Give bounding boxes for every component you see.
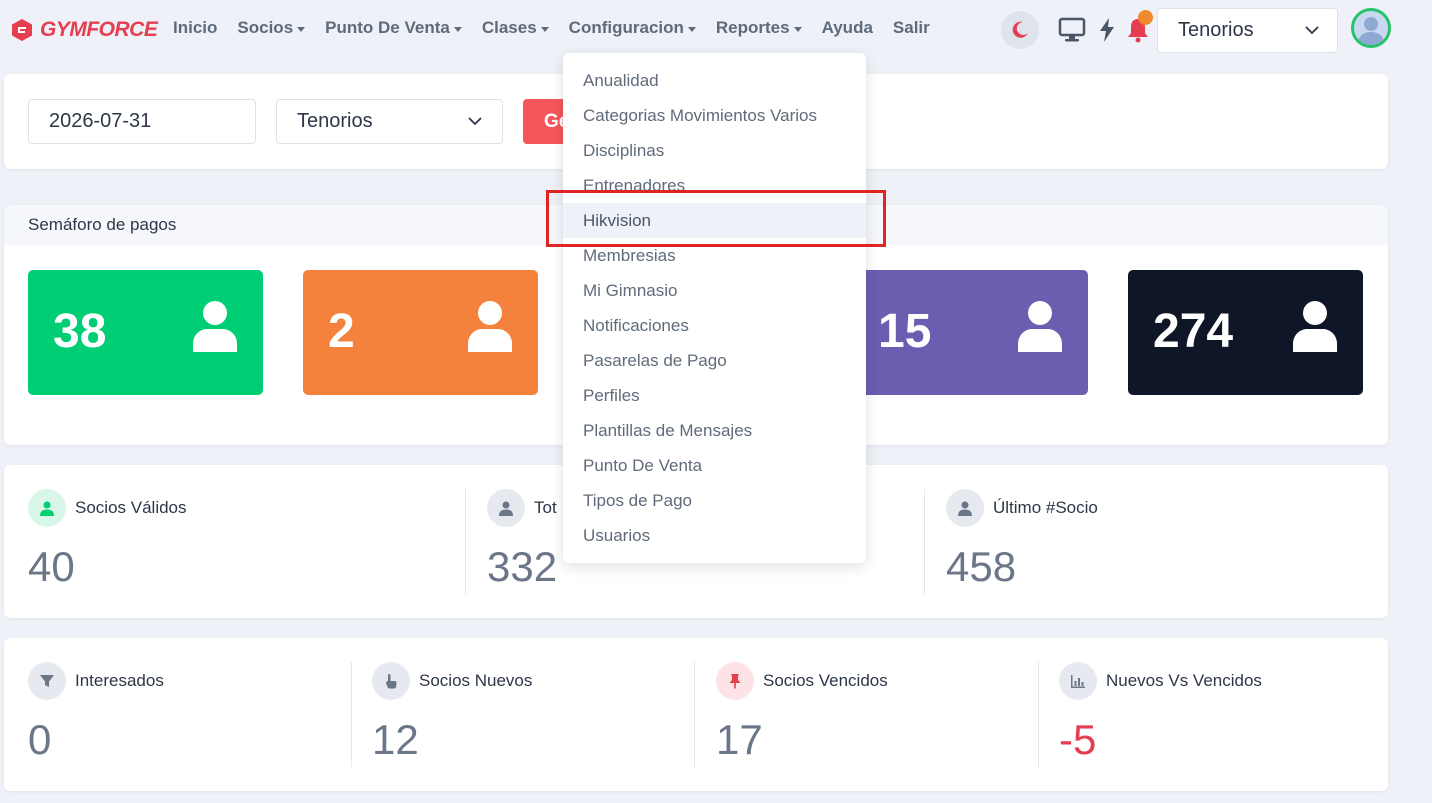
menu-item-mi-gimnasio[interactable]: Mi Gimnasio xyxy=(563,273,866,308)
monitor-icon[interactable] xyxy=(1058,17,1086,43)
nav-punto-de-venta[interactable]: Punto De Venta xyxy=(315,18,472,38)
hand-pointer-icon xyxy=(372,662,410,700)
gym-filter-select[interactable]: Tenorios xyxy=(276,99,503,144)
moon-icon xyxy=(1012,21,1028,38)
chevron-down-icon xyxy=(1305,26,1319,35)
menu-item-plantillas-de-mensajes[interactable]: Plantillas de Mensajes xyxy=(563,413,866,448)
caret-down-icon xyxy=(297,26,306,32)
chevron-down-icon xyxy=(468,117,482,126)
nav-reportes[interactable]: Reportes xyxy=(706,18,812,38)
caret-down-icon xyxy=(453,26,462,32)
nav-label: Socios xyxy=(237,18,294,37)
tile-orange[interactable]: 2 xyxy=(303,270,538,395)
caret-down-icon xyxy=(793,26,802,32)
stat-label: Tot xyxy=(534,498,557,517)
brand-name: GYMFORCE xyxy=(40,18,158,41)
menu-item-perfiles[interactable]: Perfiles xyxy=(563,378,866,413)
brand-logo[interactable]: GYMFORCE xyxy=(10,18,158,42)
stat-interesados: Interesados 0 xyxy=(4,638,349,791)
stat-ultimo-socio: Último #Socio 458 xyxy=(922,465,1382,618)
nav-clases[interactable]: Clases xyxy=(472,18,559,38)
stat-value: 458 xyxy=(946,543,1017,590)
menu-item-membresias[interactable]: Membresias xyxy=(563,238,866,273)
gym-selector-value: Tenorios xyxy=(1178,19,1254,41)
menu-item-notificaciones[interactable]: Notificaciones xyxy=(563,308,866,343)
tile-value: 38 xyxy=(53,305,107,358)
nav-label: Punto De Venta xyxy=(325,18,450,37)
main-menu: Inicio Socios Punto De Venta Clases Conf… xyxy=(163,18,940,38)
stat-value: 12 xyxy=(372,716,419,763)
menu-item-hikvision[interactable]: Hikvision xyxy=(563,203,866,238)
stat-value: 17 xyxy=(716,716,763,763)
menu-item-categorias-movimientos-varios[interactable]: Categorias Movimientos Varios xyxy=(563,98,866,133)
menu-item-punto-de-venta[interactable]: Punto De Venta xyxy=(563,448,866,483)
date-input-value: 2026-07-31 xyxy=(49,110,152,132)
menu-item-tipos-de-pago[interactable]: Tipos de Pago xyxy=(563,483,866,518)
tile-value: 274 xyxy=(1153,305,1234,358)
user-icon xyxy=(1018,301,1062,352)
menu-item-anualidad[interactable]: Anualidad xyxy=(563,63,866,98)
menu-item-entrenadores[interactable]: Entrenadores xyxy=(563,168,866,203)
stat-nuevos-vs-vencidos: Nuevos Vs Vencidos -5 xyxy=(1035,638,1380,791)
stats-card-activity: Interesados 0 Socios Nuevos 12 Socios Ve… xyxy=(4,638,1388,791)
lightning-icon[interactable] xyxy=(1098,17,1116,43)
stat-value: 0 xyxy=(28,716,52,763)
user-icon xyxy=(28,489,66,527)
user-icon xyxy=(487,489,525,527)
stat-label: Interesados xyxy=(75,671,164,690)
user-avatar-icon xyxy=(1358,17,1384,45)
nav-label: Configuracion xyxy=(568,18,684,37)
stat-label: Socios Válidos xyxy=(75,498,187,517)
menu-item-usuarios[interactable]: Usuarios xyxy=(563,518,866,553)
user-icon xyxy=(1293,301,1337,352)
nav-ayuda[interactable]: Ayuda xyxy=(812,18,883,38)
nav-inicio[interactable]: Inicio xyxy=(163,18,227,38)
stat-label: Último #Socio xyxy=(993,498,1098,517)
pushpin-icon xyxy=(716,662,754,700)
nav-label: Inicio xyxy=(173,18,218,37)
nav-label: Salir xyxy=(892,18,930,37)
user-icon xyxy=(193,301,237,352)
nav-configuracion[interactable]: Configuracion xyxy=(559,18,706,38)
bar-chart-icon xyxy=(1059,662,1097,700)
notification-badge xyxy=(1138,10,1153,25)
date-input[interactable]: 2026-07-31 xyxy=(28,99,256,144)
user-icon xyxy=(468,301,512,352)
stat-socios-validos: Socios Válidos 40 xyxy=(4,465,464,618)
menu-item-pasarelas-de-pago[interactable]: Pasarelas de Pago xyxy=(563,343,866,378)
nav-label: Reportes xyxy=(715,18,790,37)
tile-value: 15 xyxy=(878,305,932,358)
stat-label: Socios Nuevos xyxy=(419,671,533,690)
stat-value: -5 xyxy=(1059,716,1097,763)
stat-socios-nuevos: Socios Nuevos 12 xyxy=(348,638,693,791)
nav-label: Clases xyxy=(481,18,537,37)
gym-selector[interactable]: Tenorios xyxy=(1157,8,1338,53)
tile-dark[interactable]: 274 xyxy=(1128,270,1363,395)
menu-item-disciplinas[interactable]: Disciplinas xyxy=(563,133,866,168)
stat-value: 332 xyxy=(487,543,558,590)
nav-salir[interactable]: Salir xyxy=(883,18,940,38)
tile-value: 2 xyxy=(328,305,355,358)
stat-value: 40 xyxy=(28,543,75,590)
stat-socios-vencidos: Socios Vencidos 17 xyxy=(692,638,1037,791)
tile-green[interactable]: 38 xyxy=(28,270,263,395)
stat-label: Nuevos Vs Vencidos xyxy=(1106,671,1262,690)
avatar[interactable] xyxy=(1351,8,1391,48)
configuracion-dropdown-menu: Anualidad Categorias Movimientos Varios Di… xyxy=(563,53,866,563)
nav-socios[interactable]: Socios xyxy=(227,18,315,38)
stat-label: Socios Vencidos xyxy=(763,671,888,690)
caret-down-icon xyxy=(687,26,696,32)
gym-filter-value: Tenorios xyxy=(297,110,373,132)
tile-purple[interactable]: 15 xyxy=(853,270,1088,395)
caret-down-icon xyxy=(540,26,549,32)
user-icon xyxy=(946,489,984,527)
gymforce-logo-icon xyxy=(12,19,32,41)
dark-mode-toggle[interactable] xyxy=(1001,11,1039,49)
nav-label: Ayuda xyxy=(821,18,873,37)
filter-icon xyxy=(28,662,66,700)
